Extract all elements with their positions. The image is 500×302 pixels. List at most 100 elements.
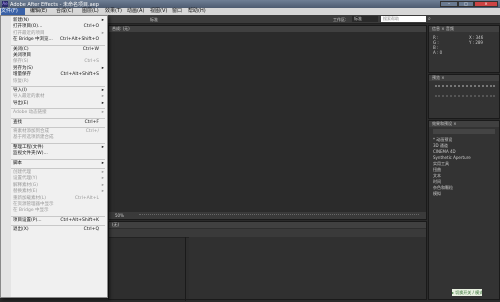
preview-options[interactable]	[435, 95, 495, 101]
effects-category[interactable]: Synthetic Aperture	[433, 155, 471, 160]
menu-item-label: 项目设置(P)...	[13, 217, 42, 223]
submenu-arrow-icon: ▸	[101, 18, 104, 23]
submenu-arrow-icon: ▸	[101, 110, 104, 116]
file-menu-item[interactable]: 导出(E) ▸	[1, 101, 107, 107]
menu-item-label: 解释素材(G)	[13, 182, 38, 188]
effects-panel: 效果和预设 × * 动画预设 3D 通道 CINEMA 4D Synthetic…	[428, 120, 500, 300]
menu-animation[interactable]: 动画(A)	[127, 8, 144, 15]
menu-separator	[11, 86, 105, 87]
file-menu-item[interactable]: 在 Bridge 中浏览... Ctrl+Alt+Shift+O	[1, 37, 107, 43]
menu-separator	[11, 142, 105, 144]
menu-composition[interactable]: 合成(C)	[56, 8, 73, 15]
info-panel-header: 信息 × 音频	[429, 26, 499, 32]
menu-item-shortcut: Ctrl+S	[84, 59, 99, 65]
composition-footer: 50%	[109, 212, 426, 219]
file-menu-item[interactable]: 打开最近的项目 ▸	[1, 31, 107, 37]
app-logo: Ae	[2, 1, 8, 7]
menu-effect[interactable]: 效果(T)	[105, 8, 122, 15]
menu-item-label: 脚本	[13, 160, 22, 166]
menu-item-label: 打开项目(O)...	[13, 24, 43, 30]
menu-item-shortcut: Ctrl+O	[83, 24, 99, 30]
menu-separator	[11, 117, 105, 119]
menu-item-label: Adobe 动态链接	[13, 110, 47, 116]
minimize-button[interactable]: –	[440, 1, 458, 7]
submenu-arrow-icon: ▸	[101, 144, 104, 150]
menu-help[interactable]: 帮助(H)	[188, 8, 206, 15]
footer-controls[interactable]	[139, 214, 419, 218]
effects-category[interactable]: CINEMA 4D	[433, 149, 456, 154]
file-menu-item[interactable]: 退出(X) Ctrl+Q	[1, 227, 107, 233]
info-y: Y : 289	[469, 40, 483, 45]
submenu-arrow-icon: ▸	[101, 65, 104, 71]
effects-panel-header: 效果和预设 ×	[429, 121, 499, 127]
menu-item-shortcut: Ctrl+Q	[83, 227, 99, 233]
file-menu-item[interactable]: 解释素材(G) ▸	[1, 183, 107, 189]
file-menu-item[interactable]: 导入最近的素材 ▸	[1, 94, 107, 100]
menu-item-label: 查找	[13, 119, 22, 125]
menu-item-label: 重新加载素材(L)	[13, 195, 47, 201]
submenu-arrow-icon: ▸	[101, 88, 104, 93]
maximize-button[interactable]: □	[458, 1, 474, 7]
search-icon[interactable]: ⌕	[428, 16, 431, 22]
file-menu-item[interactable]: 在 Bridge 中显示	[1, 208, 107, 214]
file-menu-item[interactable]: 整理工程(文件) ▸	[1, 145, 107, 151]
file-menu-item[interactable]: 项目设置(P)... Ctrl+Alt+Shift+K	[1, 218, 107, 224]
preview-controls[interactable]	[435, 85, 495, 91]
file-menu-item[interactable]: 另存为(S) ▸	[1, 66, 107, 72]
file-menu-item[interactable]: 增量保存 Ctrl+Alt+Shift+S	[1, 72, 107, 78]
menu-item-label: 在 Bridge 中显示	[13, 208, 49, 214]
menu-item-shortcut: Ctrl+W	[82, 46, 99, 52]
file-menu-item[interactable]: 查找 Ctrl+F	[1, 120, 107, 126]
info-rgb: R : G : B : A : 0	[433, 35, 442, 55]
menu-item-label: 监视文件夹(W)...	[13, 151, 48, 157]
menu-item-label: 设置代理(Y)	[13, 176, 38, 182]
effects-search-input[interactable]	[433, 129, 495, 134]
info-panel: 信息 × 音频 R : G : B : A : 0 X : 346 Y : 28…	[428, 25, 500, 73]
file-menu-item[interactable]: 恢复(R)	[1, 79, 107, 85]
menu-item-label: 另存为(S)	[13, 65, 33, 71]
menu-separator	[11, 168, 105, 169]
zoom-level[interactable]: 50%	[115, 213, 124, 218]
menu-item-shortcut: Ctrl+Alt+Shift+K	[60, 217, 99, 223]
file-menu-item[interactable]: 设置代理(Y) ▸	[1, 176, 107, 182]
file-menu-item[interactable]: 替换素材(E) ▸	[1, 189, 107, 195]
close-button[interactable]: ×	[474, 1, 498, 7]
timeline-divider[interactable]	[185, 237, 186, 301]
menu-item-label: 退出(X)	[13, 227, 29, 233]
file-menu-item[interactable]: 脚本 ▸	[1, 161, 107, 167]
menu-item-label: 替换素材(E)	[13, 189, 38, 195]
menu-item-shortcut: Ctrl+Alt+Shift+O	[59, 37, 99, 43]
menu-item-shortcut: Ctrl+F	[84, 119, 99, 125]
info-xy: X : 346 Y : 289	[469, 35, 483, 45]
menu-separator	[11, 158, 105, 160]
submenu-arrow-icon: ▸	[101, 170, 104, 175]
menu-item-label: 增量保存	[13, 72, 31, 78]
submenu-arrow-icon: ▸	[101, 189, 104, 195]
menu-view[interactable]: 视图(V)	[150, 8, 167, 15]
file-menu-item[interactable]: 监视文件夹(W)...	[1, 151, 107, 157]
menu-file[interactable]: 文件(F)	[1, 8, 25, 15]
file-menu-item[interactable]: 基于所选项新建合成	[1, 135, 107, 141]
timeline-tracks[interactable]	[189, 237, 426, 299]
workspace-mode-label: 标准	[150, 17, 158, 22]
menu-separator	[11, 44, 105, 46]
menu-item-label: 在 Bridge 中浏览...	[13, 37, 53, 43]
file-menu-item[interactable]: 重新加载素材(L) Ctrl+Alt+L	[1, 196, 107, 202]
timeline-panel: (无)	[108, 221, 427, 301]
workspace-select[interactable]: 标准	[352, 16, 378, 22]
preview-panel-header: 预览 ×	[429, 75, 499, 81]
menu-item-label: 导出(E)	[13, 100, 29, 106]
workspace-label: 工作区:	[333, 17, 347, 22]
menu-edit[interactable]: 编辑(E)	[30, 8, 47, 15]
help-search-input[interactable]: 搜索帮助	[381, 16, 426, 22]
toggle-switches-button[interactable]: ▸ 切换开关 / 模式	[452, 289, 482, 296]
file-menu-item[interactable]: 关闭(C) Ctrl+W	[1, 47, 107, 53]
file-menu-item[interactable]: Adobe 动态链接 ▸	[1, 110, 107, 116]
preview-panel: 预览 ×	[428, 74, 500, 119]
menu-item-shortcut: Ctrl+Alt+Shift+S	[60, 72, 100, 78]
file-menu-item[interactable]: 保存(S) Ctrl+S	[1, 59, 107, 65]
menu-window[interactable]: 窗口	[172, 8, 182, 15]
menu-layer[interactable]: 图层(L)	[82, 8, 99, 15]
file-menu-item[interactable]: 打开项目(O)... Ctrl+O	[1, 24, 107, 30]
effects-category[interactable]: 模拟	[433, 191, 441, 197]
